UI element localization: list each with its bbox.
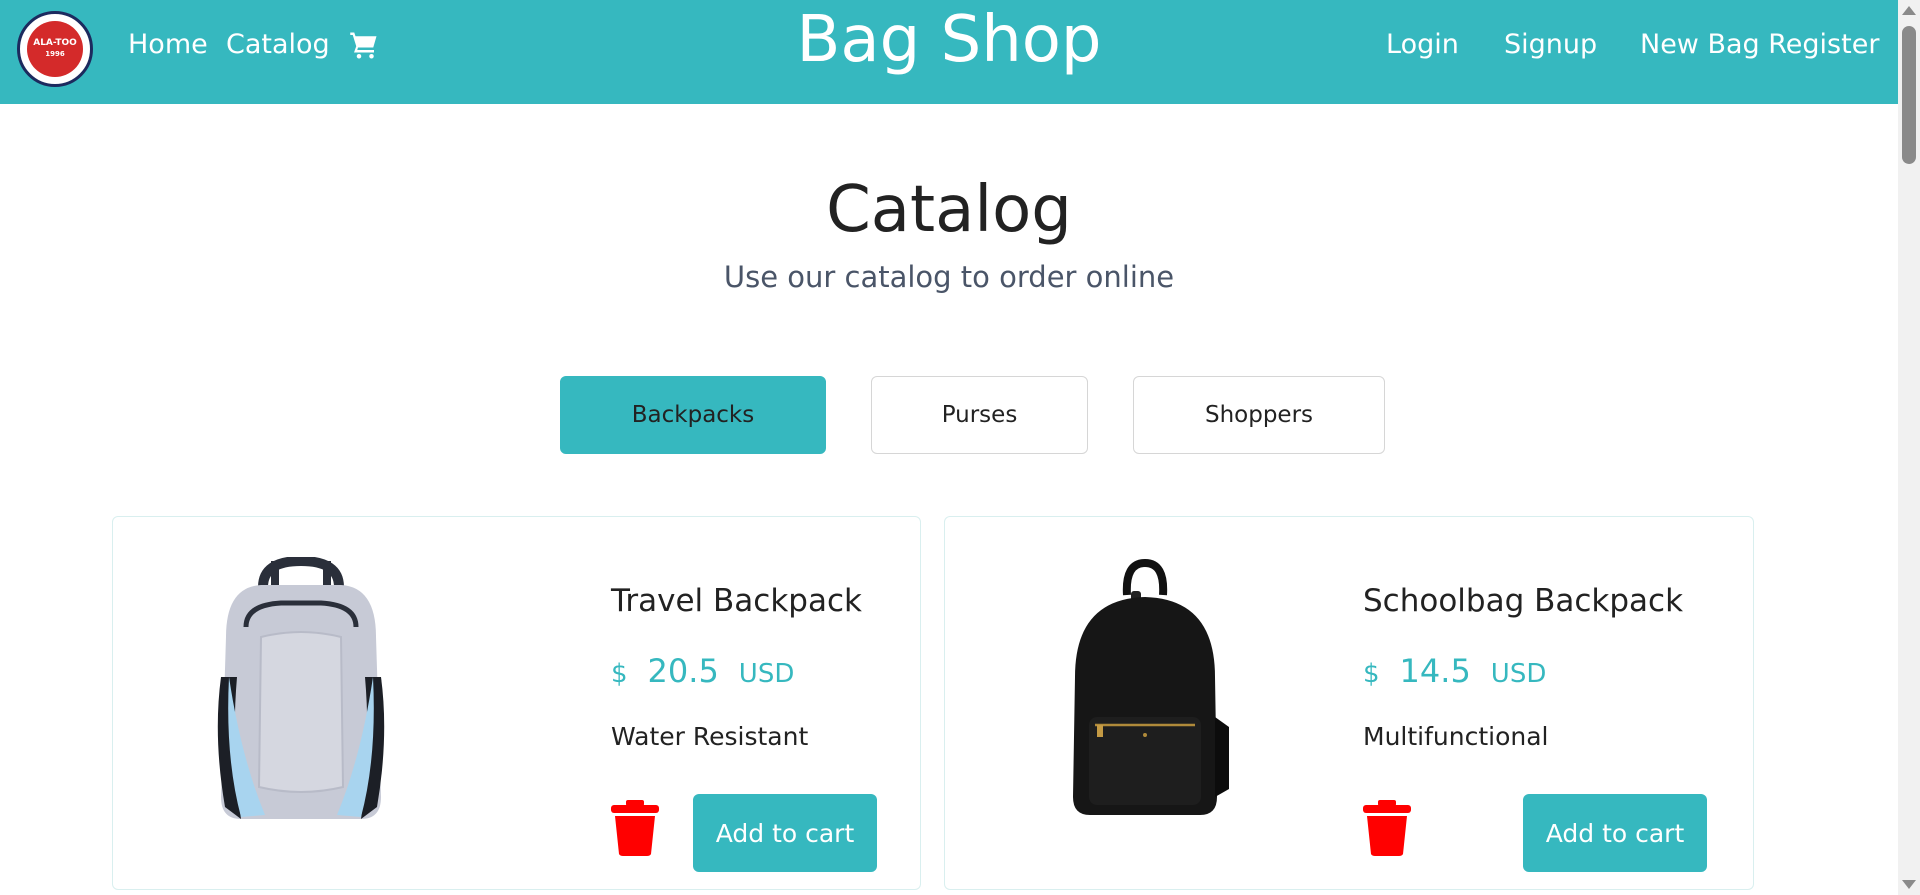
price-currency-symbol: $ bbox=[611, 659, 628, 689]
product-card-travel-backpack: Travel Backpack $ 20.5 USD Water Resista… bbox=[112, 516, 921, 890]
trash-icon[interactable] bbox=[611, 800, 659, 856]
product-card-schoolbag-backpack: Schoolbag Backpack $ 14.5 USD Multifunct… bbox=[944, 516, 1754, 890]
price-value: 14.5 bbox=[1399, 652, 1471, 690]
navbar: ALA-TOO 1996 Home Catalog Bag Shop Login… bbox=[0, 0, 1898, 104]
nav-signup-link[interactable]: Signup bbox=[1504, 28, 1597, 62]
brand-title[interactable]: Bag Shop bbox=[796, 3, 1101, 77]
tab-backpacks[interactable]: Backpacks bbox=[560, 376, 826, 454]
schoolbag-backpack-image bbox=[1073, 558, 1229, 815]
price-value: 20.5 bbox=[647, 652, 719, 690]
product-feature: Water Resistant bbox=[611, 722, 809, 751]
nav-login-link[interactable]: Login bbox=[1386, 28, 1459, 62]
add-to-cart-button[interactable]: Add to cart bbox=[1523, 794, 1707, 872]
nav-new-bag-register-link[interactable]: New Bag Register bbox=[1640, 28, 1879, 62]
scroll-thumb[interactable] bbox=[1902, 26, 1916, 164]
scroll-down-arrow-icon[interactable] bbox=[1902, 880, 1916, 889]
nav-catalog-link[interactable]: Catalog bbox=[226, 28, 330, 62]
scrollbar[interactable] bbox=[1898, 0, 1920, 895]
product-feature: Multifunctional bbox=[1363, 722, 1549, 751]
university-logo[interactable]: ALA-TOO 1996 bbox=[17, 11, 93, 87]
logo-year: 1996 bbox=[45, 50, 65, 59]
product-name: Schoolbag Backpack bbox=[1363, 583, 1684, 619]
travel-backpack-image bbox=[217, 557, 385, 819]
price-currency: USD bbox=[1490, 659, 1547, 689]
tab-shoppers[interactable]: Shoppers bbox=[1133, 376, 1385, 454]
product-name: Travel Backpack bbox=[611, 583, 862, 619]
product-price: $ 14.5 USD bbox=[1363, 652, 1546, 690]
trash-icon[interactable] bbox=[1363, 800, 1411, 856]
price-currency: USD bbox=[738, 659, 795, 689]
page-title: Catalog bbox=[826, 173, 1072, 247]
logo-emblem: ALA-TOO 1996 bbox=[27, 21, 83, 77]
cart-icon[interactable] bbox=[349, 30, 379, 60]
logo-text: ALA-TOO bbox=[33, 38, 77, 49]
price-currency-symbol: $ bbox=[1363, 659, 1380, 689]
scroll-up-arrow-icon[interactable] bbox=[1902, 6, 1916, 15]
tab-purses[interactable]: Purses bbox=[871, 376, 1088, 454]
add-to-cart-button[interactable]: Add to cart bbox=[693, 794, 877, 872]
product-price: $ 20.5 USD bbox=[611, 652, 794, 690]
page-subtitle: Use our catalog to order online bbox=[723, 260, 1175, 294]
nav-home-link[interactable]: Home bbox=[128, 28, 208, 62]
